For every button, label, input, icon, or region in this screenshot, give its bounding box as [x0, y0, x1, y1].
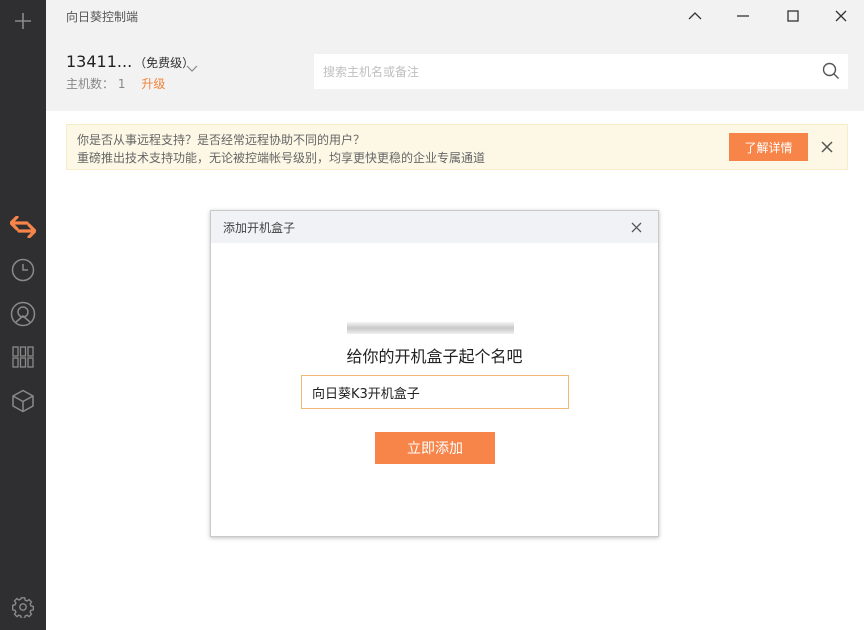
close-icon [821, 141, 833, 153]
notice-banner: 你是否从事远程支持？是否经常远程协助不同的用户？ 重磅推出技术支持功能，无论被控… [66, 124, 848, 170]
upgrade-link[interactable]: 升级 [141, 77, 165, 91]
clock-icon[interactable] [0, 253, 46, 287]
add-now-button[interactable]: 立即添加 [375, 432, 495, 464]
search-input[interactable]: 搜索主机名或备注 [314, 54, 848, 89]
swap-arrows-icon[interactable] [0, 210, 46, 244]
host-count-value: 1 [117, 77, 126, 91]
remote-camera-icon[interactable] [0, 297, 46, 331]
account-switcher[interactable]: 13411... （免费级） [66, 52, 194, 71]
search-placeholder: 搜索主机名或备注 [323, 65, 420, 79]
left-sidebar [0, 0, 46, 630]
device-illustration [347, 322, 514, 334]
maximize-window-button[interactable] [770, 0, 816, 32]
apps-grid-icon[interactable] [0, 340, 46, 374]
plus-icon[interactable] [0, 4, 46, 38]
learn-more-button[interactable]: 了解详情 [729, 133, 808, 161]
host-count-label: 主机数： [66, 77, 115, 91]
settings-gear-icon[interactable] [0, 590, 46, 624]
chevron-down-icon[interactable] [186, 58, 198, 77]
chevron-up-icon [688, 12, 702, 20]
minimize-window-button[interactable] [720, 0, 766, 32]
close-icon [835, 10, 847, 22]
close-window-button[interactable] [818, 0, 864, 32]
collapse-window-button[interactable] [672, 0, 718, 32]
app-title: 向日葵控制端 [66, 10, 139, 24]
cube-icon[interactable] [0, 384, 46, 418]
notice-close-button[interactable] [817, 137, 837, 157]
dialog-title: 添加开机盒子 [223, 221, 296, 235]
dialog-close-button[interactable] [628, 219, 644, 235]
dialog-header: 添加开机盒子 [211, 211, 658, 243]
dialog-heading: 给你的开机盒子起个名吧 [346, 347, 523, 366]
close-icon [631, 222, 641, 232]
notice-line-1: 你是否从事远程支持？是否经常远程协助不同的用户？ [77, 133, 366, 147]
box-name-input[interactable]: 向日葵K3开机盒子 [301, 375, 569, 409]
account-id: 13411... [66, 52, 133, 71]
search-icon[interactable] [822, 62, 840, 80]
header-area: 向日葵控制端 13411... （免费级） 主机数： 1 升级 搜索主机名或备注 [46, 0, 864, 111]
add-boot-box-dialog: 添加开机盒子 给你的开机盒子起个名吧 向日葵K3开机盒子 立即添加 [210, 210, 659, 537]
notice-line-2: 重磅推出技术支持功能，无论被控端帐号级别，均享更快更稳的企业专属通道 [77, 151, 486, 165]
host-count: 主机数： 1 升级 [66, 75, 165, 92]
maximize-icon [787, 10, 799, 22]
minimize-icon [737, 15, 749, 17]
